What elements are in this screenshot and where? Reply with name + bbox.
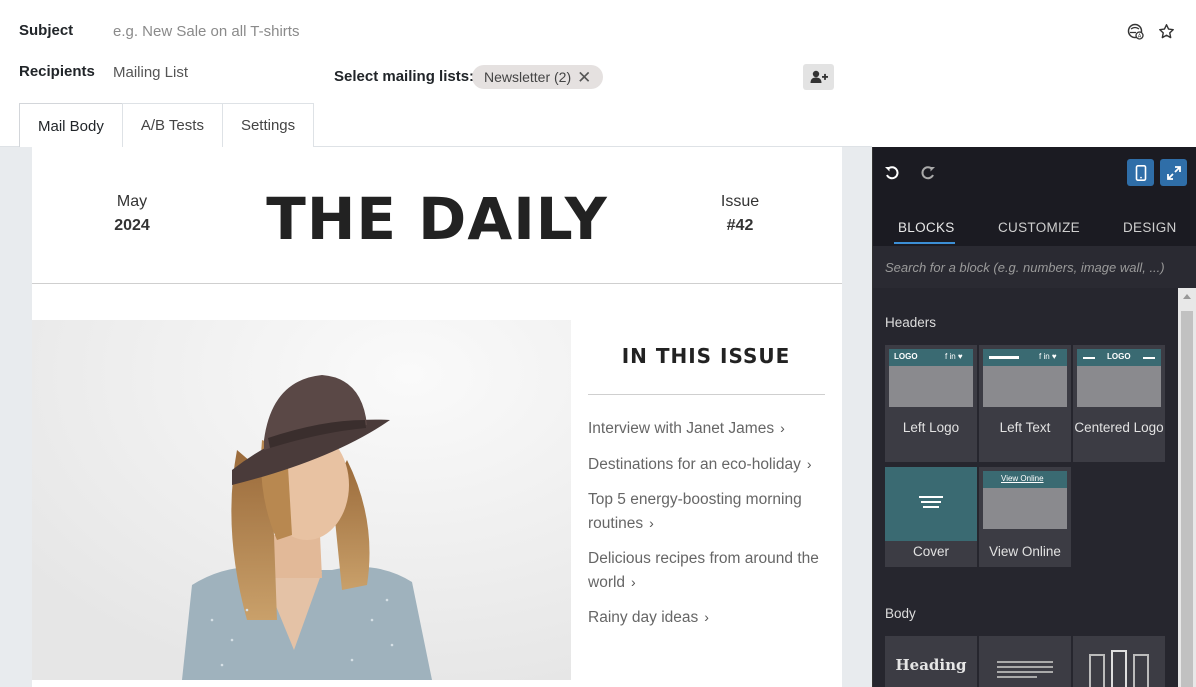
recipients-select[interactable]: Mailing List <box>113 64 188 81</box>
header-issue-number[interactable]: #42 <box>700 217 780 235</box>
mailing-lists-label: Select mailing lists: <box>334 68 475 85</box>
panel-scrollbar[interactable] <box>1178 288 1196 687</box>
subject-input[interactable]: e.g. New Sale on all T-shirts <box>113 23 299 40</box>
header-issue-label[interactable]: Issue <box>700 193 780 211</box>
add-user-icon <box>810 70 828 83</box>
snippet-label: View Online <box>989 544 1061 559</box>
chevron-right-icon: › <box>780 420 785 436</box>
tab-settings[interactable]: Settings <box>221 103 315 147</box>
snippet-list: Headers LOGO f in ♥ Left Logo f in ♥ Lef… <box>873 288 1178 687</box>
section-headers-label: Headers <box>885 315 937 330</box>
active-tab-indicator <box>894 242 955 244</box>
snippet-label: Centered Logo <box>1074 420 1164 435</box>
chevron-right-icon: › <box>649 514 654 531</box>
toc-list: Interview with Janet James › Destinations… <box>588 417 824 642</box>
editor-canvas: May 2024 THE DAILY Issue #42 IN THIS ISS… <box>0 147 872 687</box>
snippet-label: Heading <box>895 656 967 674</box>
chevron-right-icon: › <box>806 455 812 472</box>
snippet-label: Left Logo <box>902 420 960 435</box>
email-body[interactable]: May 2024 THE DAILY Issue #42 IN THIS ISS… <box>32 147 842 687</box>
toc-item[interactable]: Rainy day ideas › <box>588 606 824 630</box>
snippets-panel: BLOCKS CUSTOMIZE DESIGN Headers LOGO f i… <box>872 147 1196 687</box>
tab-blocks[interactable]: BLOCKS <box>898 220 955 235</box>
header-month[interactable]: May <box>92 193 172 211</box>
add-mailing-list-button[interactable] <box>803 64 834 90</box>
toc-item[interactable]: Destinations for an eco-holiday › <box>588 453 824 477</box>
toc-item[interactable]: Delicious recipes from around the world › <box>588 547 824 594</box>
newsletter-header[interactable]: May 2024 THE DAILY Issue #42 <box>32 147 842 284</box>
block-search-input[interactable] <box>873 246 1196 288</box>
undo-icon[interactable] <box>882 163 902 183</box>
mailing-list-tag: Newsletter (2) ✕ <box>472 65 604 89</box>
recipients-label: Recipients <box>19 63 95 80</box>
chevron-right-icon: › <box>631 573 636 590</box>
woman-with-hat-image <box>32 320 571 680</box>
subject-label: Subject <box>19 22 74 39</box>
snippet-label: Cover <box>912 544 949 559</box>
form-tabs: Mail Body A/B Tests Settings <box>19 103 315 148</box>
section-body-label: Body <box>885 606 916 621</box>
tab-design[interactable]: DESIGN <box>1123 220 1177 235</box>
tab-ab-tests[interactable]: A/B Tests <box>121 103 223 147</box>
toc-item[interactable]: Interview with Janet James › <box>588 417 824 441</box>
fullscreen-button[interactable] <box>1160 159 1187 186</box>
chevron-right-icon: › <box>704 609 709 625</box>
snippet-label: Left Text <box>999 420 1051 435</box>
snippet-columns[interactable] <box>1073 636 1165 687</box>
snippet-thumbnail: View Online <box>983 471 1067 529</box>
toc-divider <box>588 394 825 395</box>
expand-icon <box>1166 165 1181 180</box>
remove-tag-icon[interactable]: ✕ <box>577 69 591 86</box>
translate-icon[interactable]: A <box>1126 22 1144 40</box>
snippet-left-logo[interactable]: LOGO f in ♥ Left Logo <box>885 345 977 462</box>
snippet-thumbnail <box>885 467 977 541</box>
toc-item[interactable]: Top 5 energy-boosting morning routines › <box>588 488 824 535</box>
snippet-paragraph[interactable] <box>979 636 1071 687</box>
snippet-thumbnail: LOGO f in ♥ <box>889 349 973 407</box>
panel-toolbar <box>873 147 1196 199</box>
mobile-icon <box>1135 164 1146 181</box>
panel-tabs: BLOCKS CUSTOMIZE DESIGN <box>873 213 1196 245</box>
mobile-preview-button[interactable] <box>1127 159 1154 186</box>
favorite-star-icon[interactable] <box>1157 22 1175 40</box>
header-year[interactable]: 2024 <box>92 217 172 235</box>
mailing-form: Subject e.g. New Sale on all T-shirts Re… <box>0 0 1196 148</box>
scroll-thumb[interactable] <box>1181 311 1193 687</box>
snippet-thumbnail: f in ♥ <box>983 349 1067 407</box>
toc-title[interactable]: IN THIS ISSUE <box>588 344 824 368</box>
redo-icon[interactable] <box>918 163 938 183</box>
tab-customize[interactable]: CUSTOMIZE <box>998 220 1080 235</box>
cover-photo[interactable] <box>32 320 571 680</box>
snippet-cover[interactable]: Cover <box>885 467 977 567</box>
snippet-thumbnail: LOGO <box>1077 349 1161 407</box>
snippet-heading[interactable]: Heading <box>885 636 977 687</box>
mailing-list-tag-label: Newsletter (2) <box>484 69 572 85</box>
tab-mail-body[interactable]: Mail Body <box>19 103 123 148</box>
masthead-title[interactable]: THE DAILY <box>222 185 652 253</box>
snippet-view-online[interactable]: View Online View Online <box>979 467 1071 567</box>
snippet-left-text[interactable]: f in ♥ Left Text <box>979 345 1071 462</box>
block-search <box>873 246 1196 288</box>
snippet-centered-logo[interactable]: LOGO Centered Logo <box>1073 345 1165 462</box>
scroll-up-arrow-icon[interactable] <box>1183 294 1191 299</box>
